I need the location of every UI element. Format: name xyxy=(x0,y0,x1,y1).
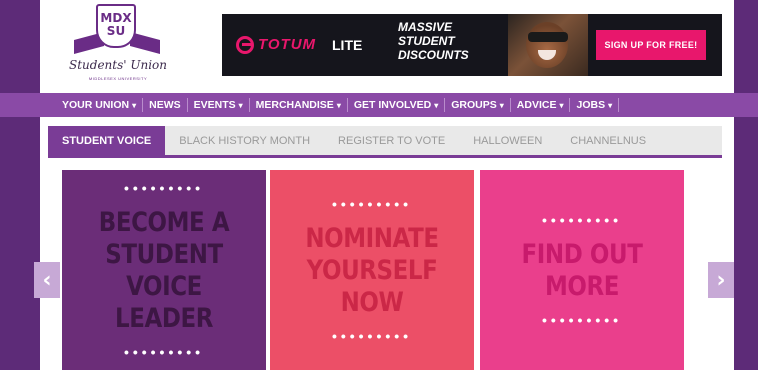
chevron-down-icon: ▾ xyxy=(499,101,504,110)
nav-item-label: NEWS xyxy=(149,99,181,111)
totum-logo-icon xyxy=(236,36,254,54)
slide-text: FIND OUT MORE xyxy=(521,239,643,302)
sign-up-button[interactable]: SIGN UP FOR FREE! xyxy=(596,30,706,60)
slide-dots-top: ••••••••• xyxy=(123,180,205,196)
nav-item-label: GROUPS xyxy=(451,99,497,111)
slide-dots-top: ••••••••• xyxy=(331,196,413,212)
nav-item-merchandise[interactable]: MERCHANDISE ▾ xyxy=(250,98,348,112)
chevron-down-icon: ▾ xyxy=(132,101,137,110)
slide-find-out-more[interactable]: ••••••••• FIND OUT MORE ••••••••• xyxy=(480,170,684,370)
chevron-down-icon: ▾ xyxy=(238,101,243,110)
banner-photo xyxy=(508,14,588,76)
nav-item-jobs[interactable]: JOBS ▾ xyxy=(570,98,620,112)
main-nav: YOUR UNION ▾ NEWS EVENTS ▾ MERCHANDISE ▾ GET IN… xyxy=(0,93,758,117)
banner-brand-suffix: LITE xyxy=(332,37,363,53)
left-frame xyxy=(0,0,40,370)
tab-student-voice[interactable]: STUDENT VOICE xyxy=(48,126,166,155)
slide-dots-bottom: ••••••••• xyxy=(541,312,623,328)
carousel: ••••••••• BECOME A STUDENT VOICE LEADER … xyxy=(40,170,734,370)
nav-item-label: GET INVOLVED xyxy=(353,99,432,111)
page: MDX SU Students' Union MIDDLESEX UNIVERS… xyxy=(0,0,758,370)
chevron-down-icon: ▾ xyxy=(559,101,564,110)
slide-student-voice-leader[interactable]: ••••••••• BECOME A STUDENT VOICE LEADER … xyxy=(62,170,266,370)
nav-item-label: MERCHANDISE xyxy=(255,99,334,111)
banner-photo-face xyxy=(526,22,568,68)
banner-photo-sunglasses xyxy=(528,32,568,42)
chevron-down-icon: ▾ xyxy=(434,101,439,110)
logo-sub-text: MIDDLESEX UNIVERSITY xyxy=(88,76,148,81)
chevron-left-icon[interactable]: ‹ xyxy=(34,262,60,298)
slide-dots-bottom: ••••••••• xyxy=(331,328,413,344)
banner-headline: MASSIVE STUDENT DISCOUNTS xyxy=(398,20,469,62)
slide-dots-bottom: ••••••••• xyxy=(123,344,205,360)
chevron-down-icon: ▾ xyxy=(336,101,341,110)
nav-item-events[interactable]: EVENTS ▾ xyxy=(188,98,250,112)
nav-item-advice[interactable]: ADVICE ▾ xyxy=(511,98,571,112)
carousel-tabs: STUDENT VOICE BLACK HISTORY MONTH REGISTER… xyxy=(48,126,722,158)
chevron-right-icon[interactable]: › xyxy=(708,262,734,298)
slide-text: BECOME A STUDENT VOICE LEADER xyxy=(98,207,230,334)
right-frame xyxy=(734,0,758,370)
slide-text: NOMINATE YOURSELF NOW xyxy=(305,223,439,318)
slide-nominate-yourself[interactable]: ••••••••• NOMINATE YOURSELF NOW ••••••••… xyxy=(270,170,474,370)
nav-item-get-involved[interactable]: GET INVOLVED ▾ xyxy=(348,98,446,112)
nav-item-groups[interactable]: GROUPS ▾ xyxy=(445,98,511,112)
tab-register-to-vote[interactable]: REGISTER TO VOTE xyxy=(324,126,459,155)
chevron-down-icon: ▾ xyxy=(608,101,613,110)
logo-shield: MDX SU xyxy=(96,4,136,48)
slide-dots-top: ••••••••• xyxy=(541,212,623,228)
nav-item-label: EVENTS xyxy=(193,99,236,111)
totum-ad-banner[interactable]: TOTUM LITE MASSIVE STUDENT DISCOUNTS SIG… xyxy=(222,14,722,76)
tab-black-history-month[interactable]: BLACK HISTORY MONTH xyxy=(165,126,324,155)
logo-script-text: Students' Union xyxy=(68,58,167,72)
nav-item-label: JOBS xyxy=(576,99,606,111)
su-logo[interactable]: MDX SU Students' Union MIDDLESEX UNIVERS… xyxy=(60,4,170,88)
tab-channelnus[interactable]: CHANNELNUS xyxy=(556,126,660,155)
nav-item-label: YOUR UNION xyxy=(62,99,130,111)
nav-item-news[interactable]: NEWS xyxy=(143,98,188,112)
tab-halloween[interactable]: HALLOWEEN xyxy=(459,126,556,155)
nav-item-label: ADVICE xyxy=(516,99,557,111)
nav-item-your-union[interactable]: YOUR UNION ▾ xyxy=(56,98,144,112)
header: MDX SU Students' Union MIDDLESEX UNIVERS… xyxy=(40,0,734,92)
banner-brand: TOTUM xyxy=(258,36,317,53)
